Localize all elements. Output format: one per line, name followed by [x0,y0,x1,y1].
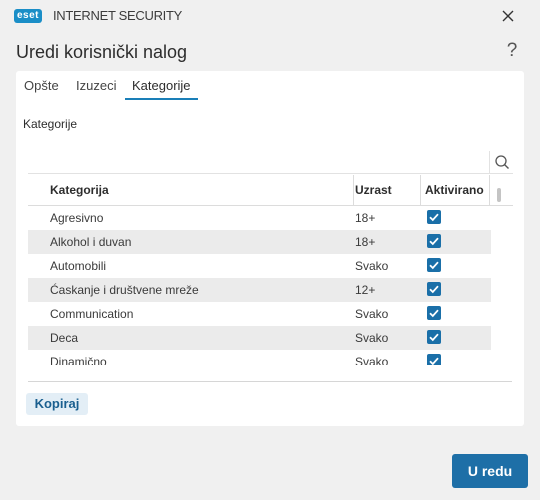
table-row[interactable]: Agresivno 18+ [28,206,491,230]
column-header-category[interactable]: Kategorija [50,183,109,197]
table-row[interactable]: Communication Svako [28,302,491,326]
checkmark-icon [429,333,439,342]
section-label: Kategorije [23,117,78,131]
divider [28,381,512,382]
age-value: Svako [355,355,389,365]
search-icon [495,155,509,169]
column-divider [420,175,421,205]
category-name: Automobili [50,259,107,273]
search-input[interactable] [28,150,513,174]
checkmark-icon [429,261,439,270]
main-panel: Opšte Izuzeci Kategorije Kategorije Kate… [16,71,524,426]
tab-exceptions[interactable]: Izuzeci [76,78,116,100]
tab-categories[interactable]: Kategorije [125,78,198,100]
enabled-checkbox[interactable] [427,354,441,365]
eset-logo: eset [14,9,43,23]
table-row[interactable]: Automobili Svako [28,254,491,278]
table-header: Kategorija Uzrast Aktivirano [28,175,513,206]
close-icon [502,10,514,22]
age-value: Svako [355,307,389,321]
checkmark-icon [429,237,439,246]
title-bar: eset INTERNET SECURITY [0,0,540,32]
column-divider [489,175,490,205]
ok-button[interactable]: U redu [452,454,528,488]
category-table: Agresivno 18+ Alkohol i duvan 18+ Automo… [28,206,491,365]
product-name: INTERNET SECURITY [53,8,183,23]
table-row[interactable]: Dinamično Svako [28,350,491,365]
checkmark-icon [429,309,439,318]
page-title: Uredi korisnički nalog [16,42,188,62]
scrollbar-thumb[interactable] [497,188,501,202]
tab-general[interactable]: Opšte [24,78,59,100]
age-value: 18+ [355,235,376,249]
enabled-checkbox[interactable] [427,210,441,224]
age-value: 18+ [355,211,376,225]
checkmark-icon [429,213,439,222]
age-value: Svako [355,259,389,273]
age-value: Svako [355,331,389,345]
column-header-age[interactable]: Uzrast [355,183,392,197]
table-row[interactable]: Ćaskanje i društvene mreže 12+ [28,278,491,302]
category-name: Agresivno [50,211,104,225]
category-name: Dinamično [50,355,107,365]
column-divider [353,175,354,205]
search-button[interactable] [489,151,513,173]
category-name: Communication [50,307,134,321]
age-value: 12+ [355,283,376,297]
enabled-checkbox[interactable] [427,282,441,296]
table-row[interactable]: Deca Svako [28,326,491,350]
checkmark-icon [429,357,439,365]
category-name: Deca [50,331,79,345]
table-row[interactable]: Alkohol i duvan 18+ [28,230,491,254]
category-name: Ćaskanje i društvene mreže [50,283,199,297]
enabled-checkbox[interactable] [427,306,441,320]
enabled-checkbox[interactable] [427,234,441,248]
table-scrollbar[interactable] [495,185,503,365]
category-name: Alkohol i duvan [50,235,132,249]
help-icon[interactable]: ? [502,40,522,64]
enabled-checkbox[interactable] [427,330,441,344]
checkmark-icon [429,285,439,294]
enabled-checkbox[interactable] [427,258,441,272]
copy-button[interactable]: Kopiraj [26,393,88,415]
close-button[interactable] [496,4,520,28]
column-header-enabled[interactable]: Aktivirano [425,183,484,197]
